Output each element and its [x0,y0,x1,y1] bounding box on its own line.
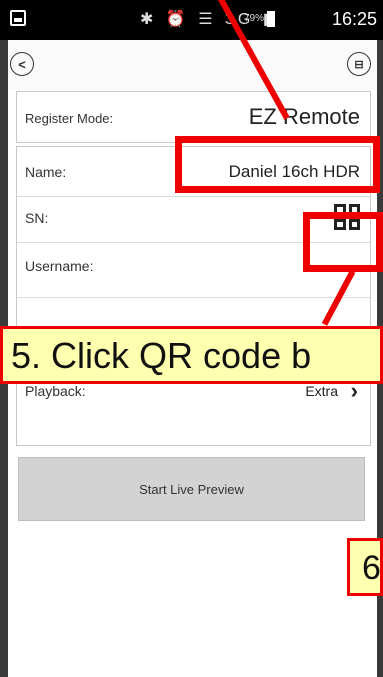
status-bar: ✱ ⏰ ☰ 3G ▮ 79% 16:25 [0,0,383,40]
step5-callout: 5. Click QR code b [0,326,383,384]
back-icon[interactable]: < [10,52,34,76]
battery-icon [267,11,275,27]
clock: 16:25 [331,9,377,29]
start-live-preview-button[interactable]: Start Live Preview [18,457,365,521]
notification-icon [10,10,26,26]
qr-highlight-box [303,212,383,272]
save-icon[interactable]: ⊟ [347,52,371,76]
playback-value: Extra [305,383,338,399]
register-mode-label: Register Mode: [25,111,114,126]
app-header: < ⊟ [8,40,377,90]
sn-label: SN: [25,210,49,226]
register-mode-value: EZ Remote [248,104,360,129]
name-label: Name: [25,164,67,180]
register-mode-row[interactable]: Register Mode: EZ Remote [17,92,370,142]
name-highlight-box [175,136,380,193]
username-label: Username: [25,258,94,274]
battery-percent: 79% [244,13,265,24]
step6-callout: 6 [347,538,383,596]
playback-label: Playback: [25,383,86,399]
